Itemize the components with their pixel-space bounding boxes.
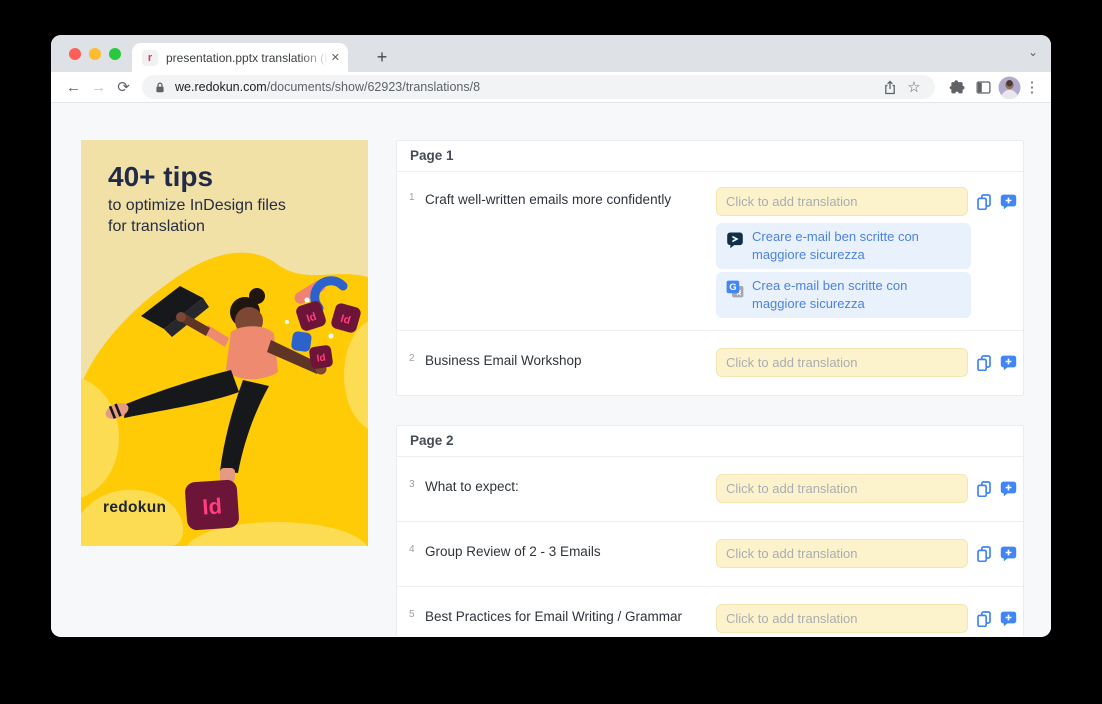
- lock-icon: [153, 81, 167, 94]
- slide-illustration: 40+ tips to optimize InDesign files for …: [81, 140, 368, 546]
- segment-number: 1: [409, 192, 415, 203]
- suggestion-text: Crea e-mail ben scritte con maggiore sic…: [752, 278, 908, 311]
- segment-row-5: 5 Best Practices for Email Writing / Gra…: [397, 586, 1023, 636]
- translation-input-5[interactable]: [716, 604, 968, 633]
- segment-source-text: Best Practices for Email Writing / Gramm…: [425, 609, 683, 624]
- menu-kebab-icon[interactable]: ⋮: [1022, 78, 1042, 96]
- side-panel-icon[interactable]: [970, 74, 996, 100]
- thumbnail-subheading-2: for translation: [108, 218, 205, 235]
- share-icon[interactable]: [878, 79, 902, 95]
- segment-row-1: 1 Craft well-written emails more confide…: [397, 172, 1023, 330]
- segment-source-text: Craft well-written emails more confident…: [425, 192, 672, 207]
- blue-box-shape: [291, 331, 312, 352]
- url-path: /documents/show/62923/translations/8: [266, 80, 481, 94]
- redokun-brand-wordmark: redokun: [103, 499, 166, 516]
- url-text: we.redokun.com/documents/show/62923/tran…: [175, 80, 878, 94]
- suggestion-google-translate[interactable]: G Crea e-mail ben scritte con maggiore s…: [716, 272, 971, 318]
- segment-source-text: Business Email Workshop: [425, 353, 582, 368]
- svg-text:G: G: [729, 282, 736, 293]
- add-comment-icon[interactable]: [1000, 610, 1017, 627]
- segment-source-text: What to expect:: [425, 479, 519, 494]
- translation-input-1[interactable]: [716, 187, 968, 216]
- segment-number: 5: [409, 609, 415, 620]
- document-preview-thumbnail: 40+ tips to optimize InDesign files for …: [81, 140, 368, 546]
- translation-input-2[interactable]: [716, 348, 968, 377]
- copy-source-icon[interactable]: [976, 480, 992, 497]
- segment-row-2: 2 Business Email Workshop: [397, 330, 1023, 395]
- suggestion-text: Creare e-mail ben scritte con maggiore s…: [752, 229, 919, 262]
- browser-toolbar: ← → ⟳ we.redokun.com/documents/show/6292…: [51, 72, 1051, 103]
- url-host: we.redokun.com: [175, 80, 267, 94]
- page-2-header: Page 2: [397, 426, 1023, 457]
- svg-text:Id: Id: [201, 493, 222, 519]
- segment-source-text: Group Review of 2 - 3 Emails: [425, 544, 601, 559]
- segment-row-4: 4 Group Review of 2 - 3 Emails: [397, 521, 1023, 586]
- add-comment-icon[interactable]: [1000, 354, 1017, 371]
- minimize-window-button[interactable]: [89, 48, 101, 60]
- translation-input-3[interactable]: [716, 474, 968, 503]
- translation-segments-panel: Page 1 1 Craft well-written emails more …: [396, 140, 1024, 636]
- suggestion-deepl[interactable]: Creare e-mail ben scritte con maggiore s…: [716, 223, 971, 269]
- reload-icon[interactable]: ⟳: [111, 78, 136, 96]
- redokun-translation-page: 40+ tips to optimize InDesign files for …: [51, 103, 1051, 636]
- tab-title: presentation.pptx translation (I: [166, 50, 328, 65]
- thumbnail-subheading-1: to optimize InDesign files: [108, 197, 286, 214]
- thumbnail-heading: 40+ tips: [108, 161, 213, 192]
- translation-input-4[interactable]: [716, 539, 968, 568]
- segment-number: 4: [409, 544, 415, 555]
- chevron-down-icon[interactable]: ⌄: [1028, 45, 1038, 59]
- forward-icon[interactable]: →: [86, 79, 111, 96]
- copy-source-icon[interactable]: [976, 610, 992, 627]
- window-controls: [69, 48, 121, 60]
- close-tab-icon[interactable]: ✕: [331, 51, 340, 64]
- bookmark-star-icon[interactable]: ☆: [902, 78, 926, 96]
- deepl-icon: [726, 231, 744, 249]
- fullscreen-window-button[interactable]: [109, 48, 121, 60]
- back-icon[interactable]: ←: [61, 79, 86, 96]
- browser-window: r presentation.pptx translation (I ✕ + ⌄…: [51, 35, 1051, 637]
- add-comment-icon[interactable]: [1000, 545, 1017, 562]
- browser-tab[interactable]: r presentation.pptx translation (I ✕: [132, 43, 348, 72]
- address-bar[interactable]: we.redokun.com/documents/show/62923/tran…: [142, 75, 935, 99]
- svg-text:Id: Id: [316, 352, 326, 364]
- tab-strip: r presentation.pptx translation (I ✕ + ⌄: [51, 35, 1051, 72]
- indesign-logo-large: Id: [185, 479, 239, 531]
- profile-avatar[interactable]: [996, 74, 1022, 100]
- copy-source-icon[interactable]: [976, 354, 992, 371]
- page-1-header: Page 1: [397, 141, 1023, 172]
- new-tab-button[interactable]: +: [367, 43, 397, 72]
- page-2-section: Page 2 3 What to expect: Click to add tr…: [396, 425, 1024, 636]
- page-1-section: Page 1 1 Craft well-written emails more …: [396, 140, 1024, 396]
- redokun-favicon-icon: r: [142, 49, 158, 66]
- close-window-button[interactable]: [69, 48, 81, 60]
- add-comment-icon[interactable]: [1000, 193, 1017, 210]
- segment-number: 3: [409, 479, 415, 490]
- copy-source-icon[interactable]: [976, 545, 992, 562]
- desktop-background: r presentation.pptx translation (I ✕ + ⌄…: [0, 0, 1102, 704]
- copy-source-icon[interactable]: [976, 193, 992, 210]
- google-translate-icon: G: [726, 280, 744, 298]
- indesign-logo-small-3: Id: [309, 345, 333, 369]
- segment-number: 2: [409, 353, 415, 364]
- extensions-puzzle-icon[interactable]: [944, 74, 970, 100]
- segment-row-3: 3 What to expect:: [397, 457, 1023, 521]
- add-comment-icon[interactable]: [1000, 480, 1017, 497]
